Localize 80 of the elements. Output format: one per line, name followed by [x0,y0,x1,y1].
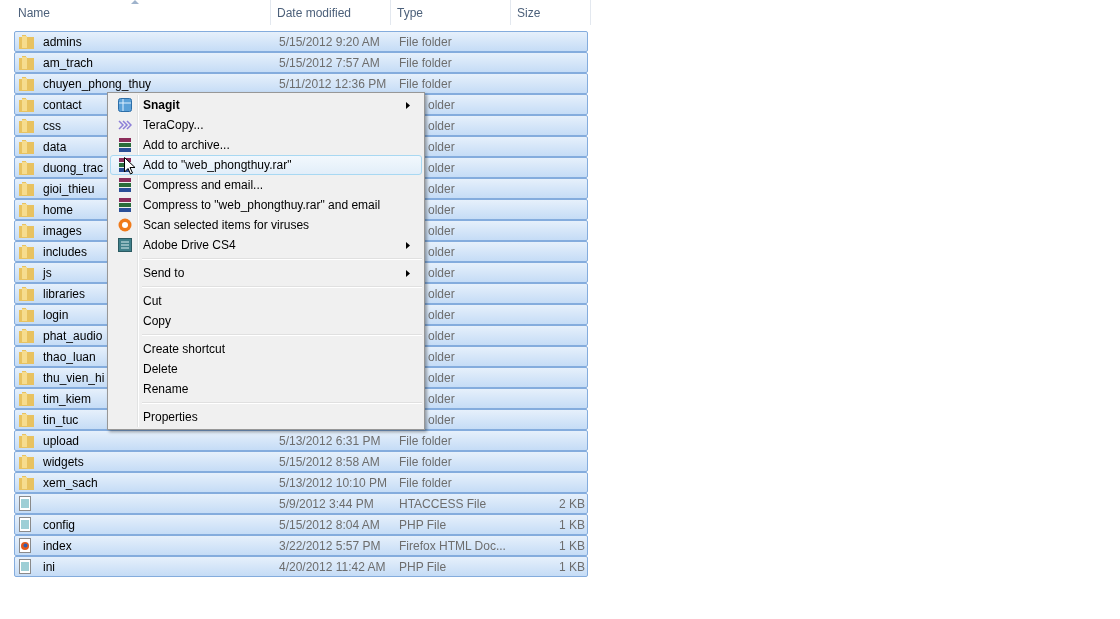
menu-item-label: Rename [143,382,189,396]
file-name: widgets [43,454,84,469]
menu-item-label: Add to archive... [143,138,230,152]
file-type: older [428,328,455,343]
file-name: css [43,118,61,133]
file-type: older [428,202,455,217]
file-name: gioi_thieu [43,181,95,196]
file-name: admins [43,34,82,49]
file-name: libraries [43,286,85,301]
file-name: chuyen_phong_thuy [43,76,152,91]
file-name: js [43,265,52,280]
file-name: upload [43,433,80,448]
menu-item-label: Copy [143,314,171,328]
file-name: phat_audio [43,328,103,343]
file-name: thu_vien_hi [43,370,105,385]
file-name: data [43,139,67,154]
menu-item-label: Scan selected items for viruses [143,218,310,232]
menu-item-label: Add to "web_phongthuy.rar" [143,158,292,172]
file-name: config [43,517,76,532]
file-size: 1 KB [559,517,586,532]
file-type: older [428,349,455,364]
menu-item-label: Properties [143,410,198,424]
file-type: Firefox HTML Doc... [399,538,506,553]
menu-item-label: Adobe Drive CS4 [143,238,236,252]
file-type: older [428,181,455,196]
file-type: PHP File [399,517,447,532]
file-type: File folder [399,475,452,490]
file-type: older [428,97,455,112]
file-type: File folder [399,454,452,469]
date-modified: 5/15/2012 8:04 AM [279,517,380,532]
file-name: am_trach [43,55,94,70]
file-type: PHP File [399,559,447,574]
date-modified: 4/20/2012 11:42 AM [279,559,386,574]
file-size: 1 KB [559,559,586,574]
file-type: HTACCESS File [399,496,487,511]
file-name: tim_kiem [43,391,91,406]
menu-item-label: Delete [143,362,178,376]
file-type: older [428,370,455,385]
date-modified: 5/15/2012 7:57 AM [279,55,380,70]
file-type: File folder [399,433,452,448]
file-type: older [428,391,455,406]
menu-item-label: Create shortcut [143,342,226,356]
file-name: thao_luan [43,349,96,364]
file-type: older [428,244,455,259]
file-type: File folder [399,34,452,49]
file-name: images [43,223,82,238]
file-name: login [43,307,69,322]
file-name: ini [43,559,55,574]
file-name: home [43,202,74,217]
file-type: older [428,139,455,154]
file-type: File folder [399,55,452,70]
date-modified: 5/11/2012 12:36 PM [279,76,387,91]
date-modified: 5/9/2012 3:44 PM [279,496,374,511]
file-size: 2 KB [559,496,586,511]
menu-item-label: Cut [143,294,162,308]
file-name: index [43,538,72,553]
date-modified: 5/13/2012 6:31 PM [279,433,381,448]
menu-item-label: TeraCopy... [143,118,204,132]
file-name: tin_tuc [43,412,79,427]
date-modified: 5/15/2012 9:20 AM [279,34,380,49]
file-type: File folder [399,76,452,91]
file-name: duong_trac [43,160,104,175]
menu-item-label: Compress and email... [143,178,264,192]
file-name: xem_sach [43,475,98,490]
file-type: older [428,307,455,322]
menu-item-label: Snagit [143,98,180,112]
file-type: older [428,223,455,238]
file-name: includes [43,244,88,259]
file-type: older [428,160,455,175]
file-name: contact [43,97,82,112]
date-modified: 5/15/2012 8:58 AM [279,454,380,469]
file-type: older [428,118,455,133]
menu-item-label: Compress to "web_phongthuy.rar" and email [143,198,381,212]
date-modified: 5/13/2012 10:10 PM [279,475,388,490]
date-modified: 3/22/2012 5:57 PM [279,538,381,553]
file-type: older [428,265,455,280]
file-type: older [428,412,455,427]
menu-item-label: Send to [143,266,185,280]
file-size: 1 KB [559,538,586,553]
file-type: older [428,286,455,301]
